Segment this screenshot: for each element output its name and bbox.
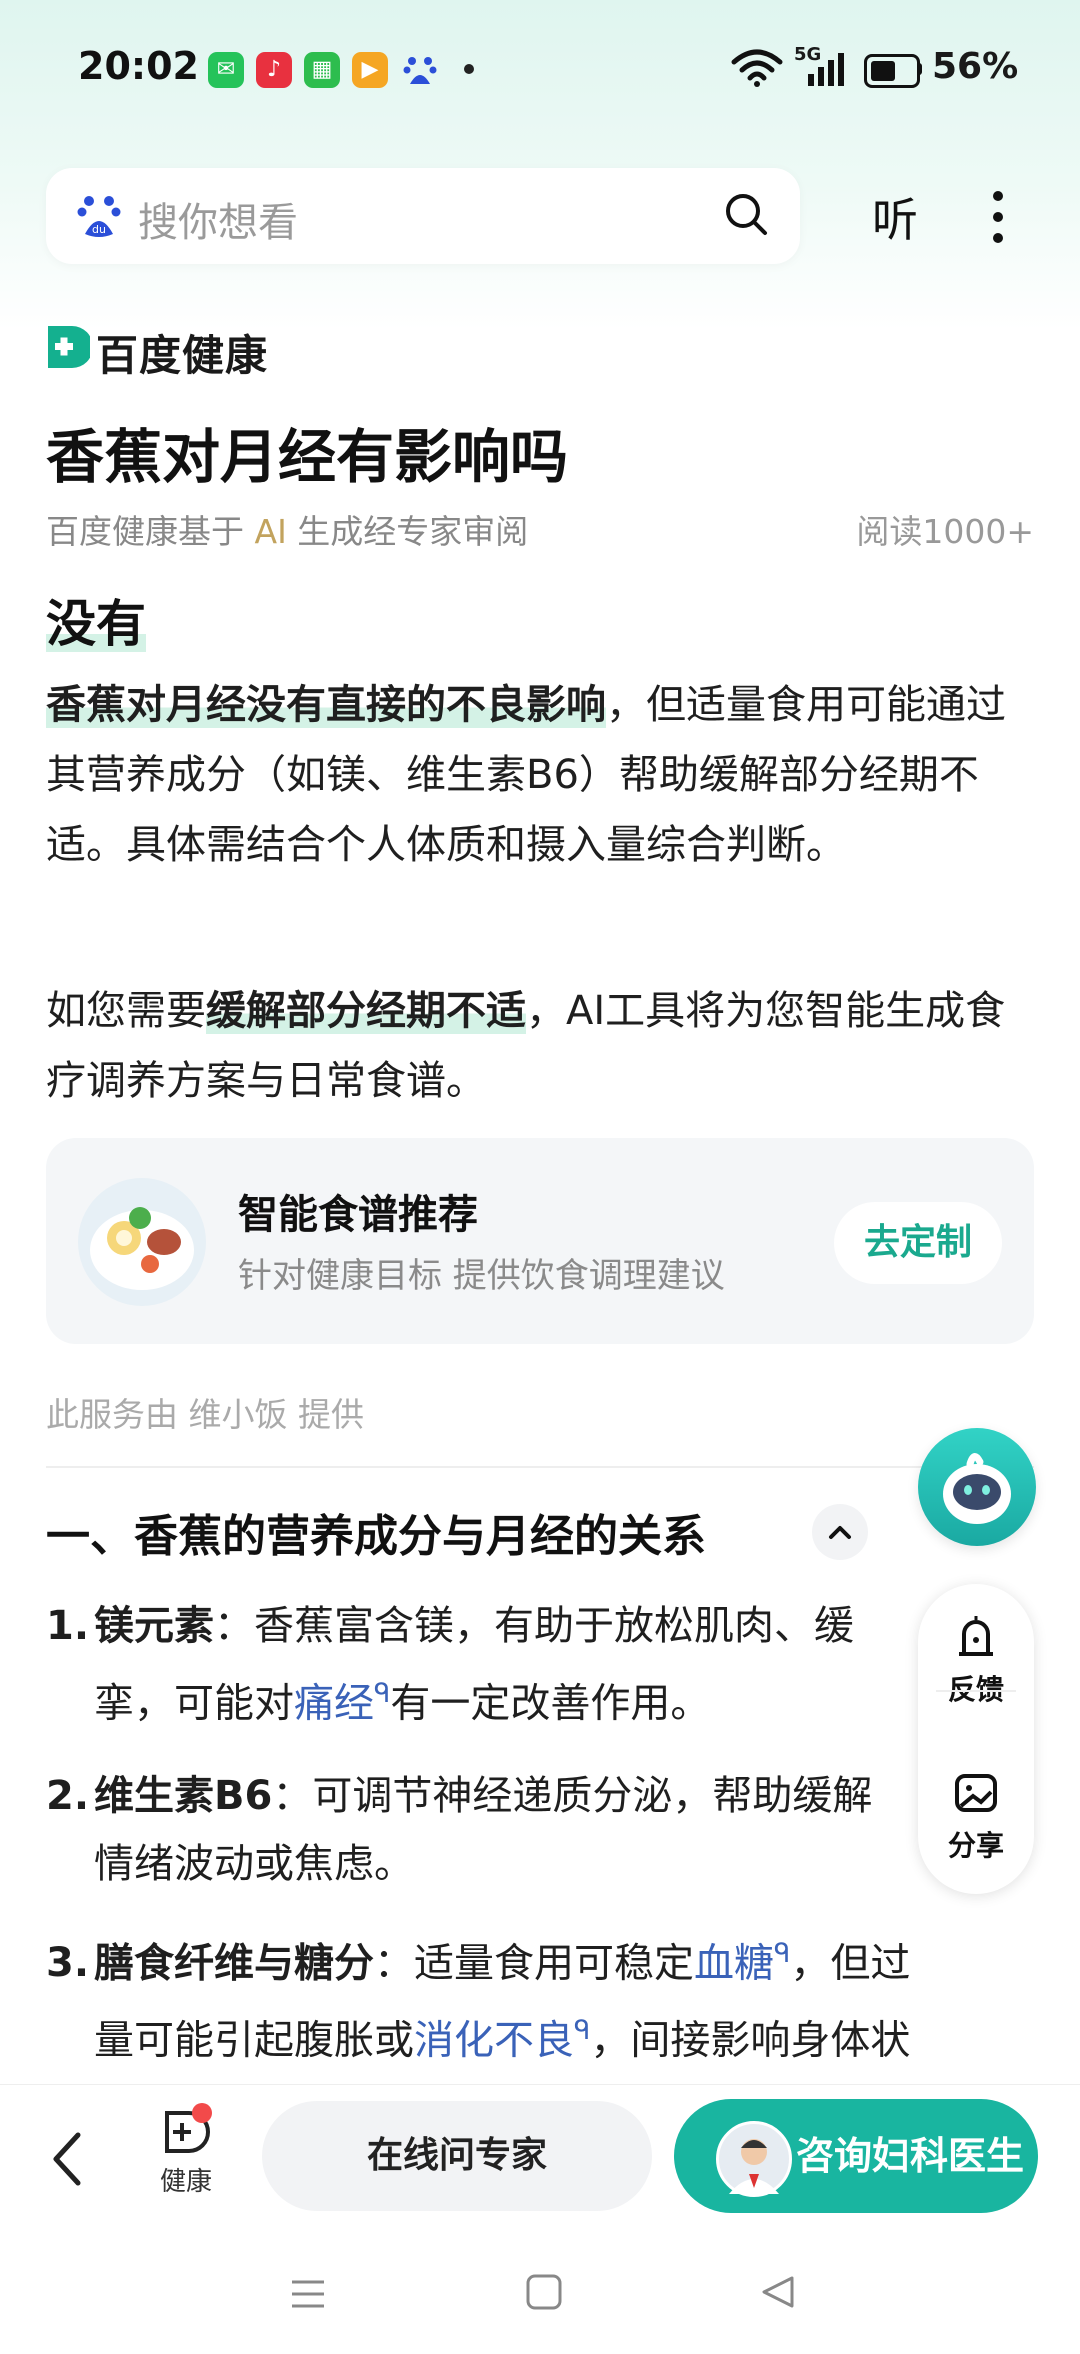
back-triangle-icon[interactable] <box>758 2272 798 2316</box>
collapse-chevron-up-icon[interactable] <box>812 1504 868 1560</box>
video-app-icon: ▶ <box>352 52 388 88</box>
wifi-icon <box>730 48 784 92</box>
link-blood-sugar[interactable]: 血糖 <box>694 1940 774 1986</box>
read-count: 阅读1000+ <box>856 512 1034 551</box>
search-icon[interactable] <box>722 190 770 242</box>
search-icon: ᑫ <box>774 1939 791 1969</box>
svg-text:du: du <box>92 223 106 236</box>
doctor-avatar <box>716 2121 792 2197</box>
signal-icon <box>806 52 846 90</box>
share-icon <box>955 1774 997 1812</box>
list-item: 1. 镁元素：香蕉富含镁，有助于放松肌肉、缓 挛，可能对痛经ᑫ有一定改善作用。 <box>46 1603 854 1727</box>
health-tab[interactable]: 健康 <box>146 2107 226 2198</box>
battery-icon <box>864 54 920 88</box>
baidu-health-logo-icon <box>46 324 93 374</box>
recipe-recommendation-card[interactable]: 智能食谱推荐 针对健康目标 提供饮食调理建议 去定制 <box>46 1138 1034 1344</box>
ask-expert-button[interactable]: 在线问专家 <box>262 2101 652 2211</box>
search-bar[interactable]: du 搜你想看 <box>46 168 800 264</box>
side-action-bar: 反馈 分享 <box>918 1584 1034 1894</box>
system-navigation-bar <box>0 2234 1080 2354</box>
recipe-card-title: 智能食谱推荐 <box>238 1192 478 1238</box>
music-app-icon: ♪ <box>256 52 292 88</box>
list-item: 2. 维生素B6：可调节神经递质分泌，帮助缓解 情绪波动或焦虑。 <box>46 1773 873 1887</box>
link-indigestion[interactable]: 消化不良 <box>414 2018 574 2064</box>
short-answer: 没有 <box>46 595 146 653</box>
article-title: 香蕉对月经有影响吗 <box>46 423 569 491</box>
bottom-action-bar: 健康 在线问专家 咨询妇科医生 <box>0 2084 1080 2235</box>
food-plate-icon <box>78 1178 206 1306</box>
feedback-button[interactable]: 反馈 <box>918 1612 1034 1708</box>
more-notifications-dot <box>464 64 474 74</box>
notification-badge <box>192 2103 212 2123</box>
ai-assistant-button[interactable] <box>918 1428 1036 1546</box>
ai-tool-paragraph: 如您需要缓解部分经期不适，AI工具将为您智能生成食疗调养方案与日常食谱。 <box>46 988 1006 1104</box>
baidu-notification-icon <box>402 52 438 92</box>
status-time: 20:02 <box>78 44 199 88</box>
baidu-paw-icon: du <box>76 190 122 244</box>
search-icon: ᑫ <box>574 2016 591 2047</box>
section-title: 一、香蕉的营养成分与月经的关系 <box>46 1511 706 1562</box>
search-icon: ᑫ <box>374 1679 391 1709</box>
customize-button[interactable]: 去定制 <box>834 1202 1002 1284</box>
assistant-mascot-icon <box>943 1453 1011 1524</box>
battery-tip <box>917 63 922 75</box>
wechat-icon: ✉ <box>208 52 244 88</box>
link-dysmenorrhea[interactable]: 痛经 <box>294 1680 374 1726</box>
menu-icon[interactable] <box>288 2274 328 2318</box>
share-button[interactable]: 分享 <box>918 1768 1034 1864</box>
section-divider <box>46 1466 1034 1468</box>
brand-name: 百度健康 <box>96 331 269 380</box>
battery-percent: 56% <box>932 46 1019 87</box>
back-arrow-icon[interactable] <box>48 2129 88 2193</box>
list-item: 3. 膳食纤维与糖分：适量食用可稳定血糖ᑫ，但过 量可能引起腹胀或消化不良ᑫ，间接… <box>46 1939 911 2064</box>
service-provider-note: 此服务由 维小饭 提供 <box>46 1395 364 1434</box>
more-options-icon[interactable] <box>990 188 1006 250</box>
listen-button[interactable]: 听 <box>872 184 918 250</box>
consult-gynecologist-button[interactable]: 咨询妇科医生 <box>674 2099 1038 2213</box>
feedback-icon <box>959 1616 993 1656</box>
side-divider <box>936 1690 1016 1692</box>
home-icon[interactable] <box>524 2272 564 2316</box>
review-note: 百度健康基于 AI 生成经专家审阅 <box>46 512 529 551</box>
app-store-icon: ▦ <box>304 52 340 88</box>
search-placeholder[interactable]: 搜你想看 <box>138 190 298 248</box>
recipe-card-subtitle: 针对健康目标 提供饮食调理建议 <box>238 1256 725 1296</box>
summary-paragraph: 香蕉对月经没有直接的不良影响，但适量食用可能通过其营养成分（如镁、维生素B6）帮… <box>46 682 1006 868</box>
battery-level-fill <box>871 61 895 81</box>
